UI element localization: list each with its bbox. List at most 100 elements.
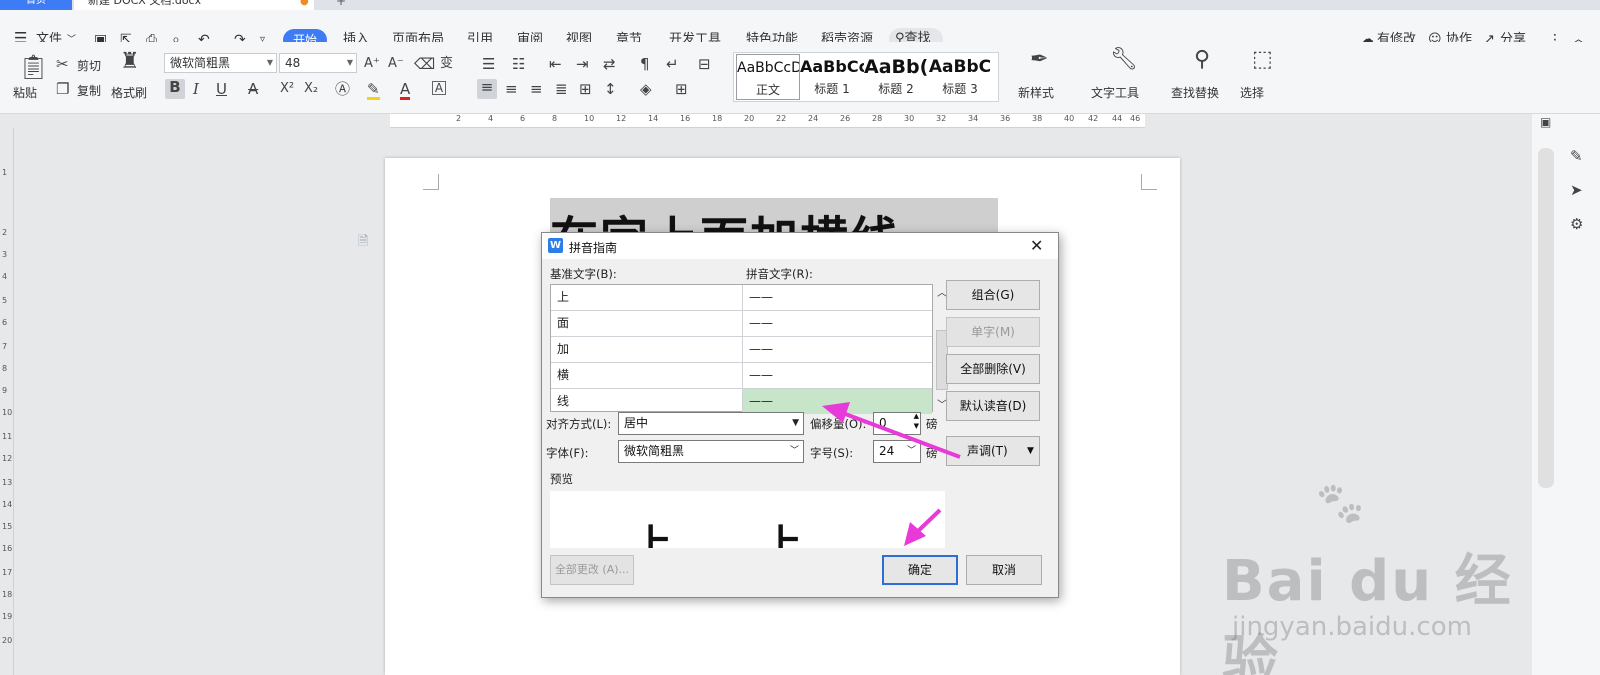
line-spacing-icon[interactable]: ↕ (604, 81, 617, 97)
font-color-icon[interactable]: A (400, 81, 411, 100)
chinese-layout-icon[interactable]: ⇄ (603, 56, 616, 72)
size-select[interactable]: 24 ﹀ (873, 440, 921, 463)
dialog-titlebar[interactable]: W 拼音指南 ✕ (542, 233, 1058, 259)
vertical-ruler[interactable]: 1 2 3 4 5 6 7 8 9 10 11 12 13 14 15 16 1… (0, 128, 14, 675)
settings-sliders-icon[interactable]: ⚙ (1570, 216, 1583, 232)
font-size-value: 48 (285, 56, 301, 70)
change-all-button[interactable]: 全部更改 (A)... (550, 555, 634, 585)
char-border-icon[interactable]: A (432, 81, 446, 95)
ruler-tick: 42 (1088, 114, 1099, 123)
text-tools-button[interactable]: 文字工具 (1091, 84, 1139, 101)
shrink-font-icon[interactable]: A⁻ (388, 56, 404, 72)
ruby-text-cell[interactable]: —— (743, 389, 932, 414)
style-label: 标题 3 (942, 82, 978, 96)
decrease-indent-icon[interactable]: ⇤ (549, 56, 562, 72)
combine-button[interactable]: 组合(G) (946, 280, 1040, 310)
paste-button[interactable]: 粘贴 (13, 84, 37, 101)
default-reading-button[interactable]: 默认读音(D) (946, 391, 1040, 421)
close-icon[interactable]: ✕ (1030, 236, 1043, 255)
show-marks-icon[interactable]: ¶ (640, 56, 650, 72)
copy-button[interactable]: 复制 (77, 82, 101, 99)
style-heading-3[interactable]: AaBbC 标题 3 (928, 54, 992, 100)
base-text-cell[interactable]: 加 (551, 337, 743, 362)
ruler-tick: 16 (680, 114, 691, 123)
ruby-text-cell[interactable]: —— (743, 363, 932, 388)
underline-icon[interactable]: U (216, 81, 227, 97)
bold-icon[interactable]: B (165, 79, 185, 99)
sidebar-toggle-icon[interactable]: ▣ (1540, 114, 1551, 130)
ruby-text-cell[interactable]: —— (743, 311, 932, 336)
spinner-icon[interactable]: ▲ ▼ (914, 411, 919, 431)
base-text-cell[interactable]: 面 (551, 311, 743, 336)
table-row: 加 —— (551, 337, 932, 363)
single-char-button[interactable]: 单字(M) (946, 317, 1040, 347)
horizontal-ruler[interactable]: 2 4 6 8 10 12 14 16 18 20 22 24 26 28 30… (390, 114, 1145, 128)
offset-input[interactable]: 0 ▲ ▼ (873, 412, 921, 435)
find-icon[interactable]: ⚲ (1194, 49, 1210, 71)
wrench-icon[interactable]: 🔧︎ (1110, 49, 1138, 71)
new-style-button[interactable]: 新样式 (1018, 84, 1054, 101)
delete-all-button[interactable]: 全部删除(V) (946, 354, 1040, 384)
pen-icon[interactable]: ✎ (1570, 148, 1583, 164)
superscript-icon[interactable]: X² (280, 81, 294, 97)
tab-document[interactable]: 新建 DOCX 文档.docx (74, 0, 314, 10)
increase-indent-icon[interactable]: ⇥ (576, 56, 589, 72)
ruler-tick: 6 (520, 114, 526, 123)
size-value: 24 (879, 444, 895, 458)
align-center-icon[interactable]: ≡ (505, 81, 518, 97)
text-effect-icon[interactable]: Ⓐ (335, 81, 350, 97)
tab-close-icon[interactable]: ● (300, 0, 309, 7)
distribute-icon[interactable]: ⊞ (579, 81, 592, 97)
numbering-icon[interactable]: ☷ (512, 56, 525, 72)
tone-button[interactable]: 声调(T) ▼ (946, 436, 1040, 466)
cut-button[interactable]: 剪切 (77, 57, 101, 74)
preview-char: 上 (632, 522, 672, 548)
chevron-down-icon: ▼ (266, 58, 273, 67)
subscript-icon[interactable]: X₂ (304, 81, 318, 97)
base-text-cell[interactable]: 横 (551, 363, 743, 388)
style-normal[interactable]: AaBbCcD 正文 (736, 54, 800, 100)
ok-button[interactable]: 确定 (882, 555, 958, 585)
font-select[interactable]: 微软简粗黑 ﹀ (618, 440, 804, 463)
paragraph-marker-icon[interactable]: 🗎︎ (358, 232, 368, 254)
style-heading-2[interactable]: AaBb(标题 2 (864, 54, 928, 100)
copy-icon[interactable]: ❐ (56, 81, 69, 97)
line-break-icon[interactable]: ↵ (666, 56, 679, 72)
preview-label: 预览 (550, 472, 573, 486)
new-tab-button[interactable]: + (336, 0, 346, 8)
bullets-icon[interactable]: ☰ (482, 56, 495, 72)
scissors-icon[interactable]: ✂ (56, 56, 69, 72)
align-right-icon[interactable]: ≡ (530, 81, 543, 97)
ruler-tick: 15 (2, 522, 13, 531)
new-style-icon[interactable]: ✒ (1030, 49, 1048, 71)
align-select[interactable]: 居中 ▼ (618, 412, 804, 435)
justify-icon[interactable]: ≣ (555, 81, 568, 97)
format-painter-icon[interactable]: ♜ (120, 51, 140, 73)
grow-font-icon[interactable]: A⁺ (364, 56, 380, 72)
borders-icon[interactable]: ⊞ (675, 81, 688, 97)
ruby-text-cell[interactable]: —— (743, 285, 932, 310)
cancel-button[interactable]: 取消 (966, 555, 1042, 585)
ruby-text-cell[interactable]: —— (743, 337, 932, 362)
cursor-icon[interactable]: ➤ (1570, 182, 1583, 198)
highlight-icon[interactable]: ✎ (367, 81, 380, 100)
base-text-cell[interactable]: 线 (551, 389, 743, 414)
clear-format-icon[interactable]: ⌫ (414, 56, 435, 72)
italic-icon[interactable]: I (193, 81, 199, 97)
paste-icon[interactable]: 📋︎ (18, 54, 48, 80)
base-text-cell[interactable]: 上 (551, 285, 743, 310)
find-replace-button[interactable]: 查找替换 (1171, 84, 1219, 101)
font-name-select[interactable]: 微软简粗黑 ▼ (164, 53, 277, 73)
align-left-icon[interactable]: ≡ (477, 79, 497, 99)
style-heading-1[interactable]: AaBbCc 标题 1 (800, 54, 864, 100)
select-icon[interactable]: ⬚ (1252, 49, 1273, 71)
tab-stop-icon[interactable]: ⊟ (698, 56, 711, 72)
vertical-scrollbar[interactable] (1538, 148, 1554, 488)
strikethrough-icon[interactable]: A (248, 81, 258, 97)
shading-icon[interactable]: ◈ (640, 81, 652, 97)
tab-home[interactable]: 首页 (0, 0, 72, 10)
select-button[interactable]: 选择 (1240, 84, 1264, 101)
phonetic-guide-icon[interactable]: 变 (440, 56, 453, 72)
format-painter-button[interactable]: 格式刷 (111, 84, 147, 101)
font-size-select[interactable]: 48 ▼ (279, 53, 357, 73)
